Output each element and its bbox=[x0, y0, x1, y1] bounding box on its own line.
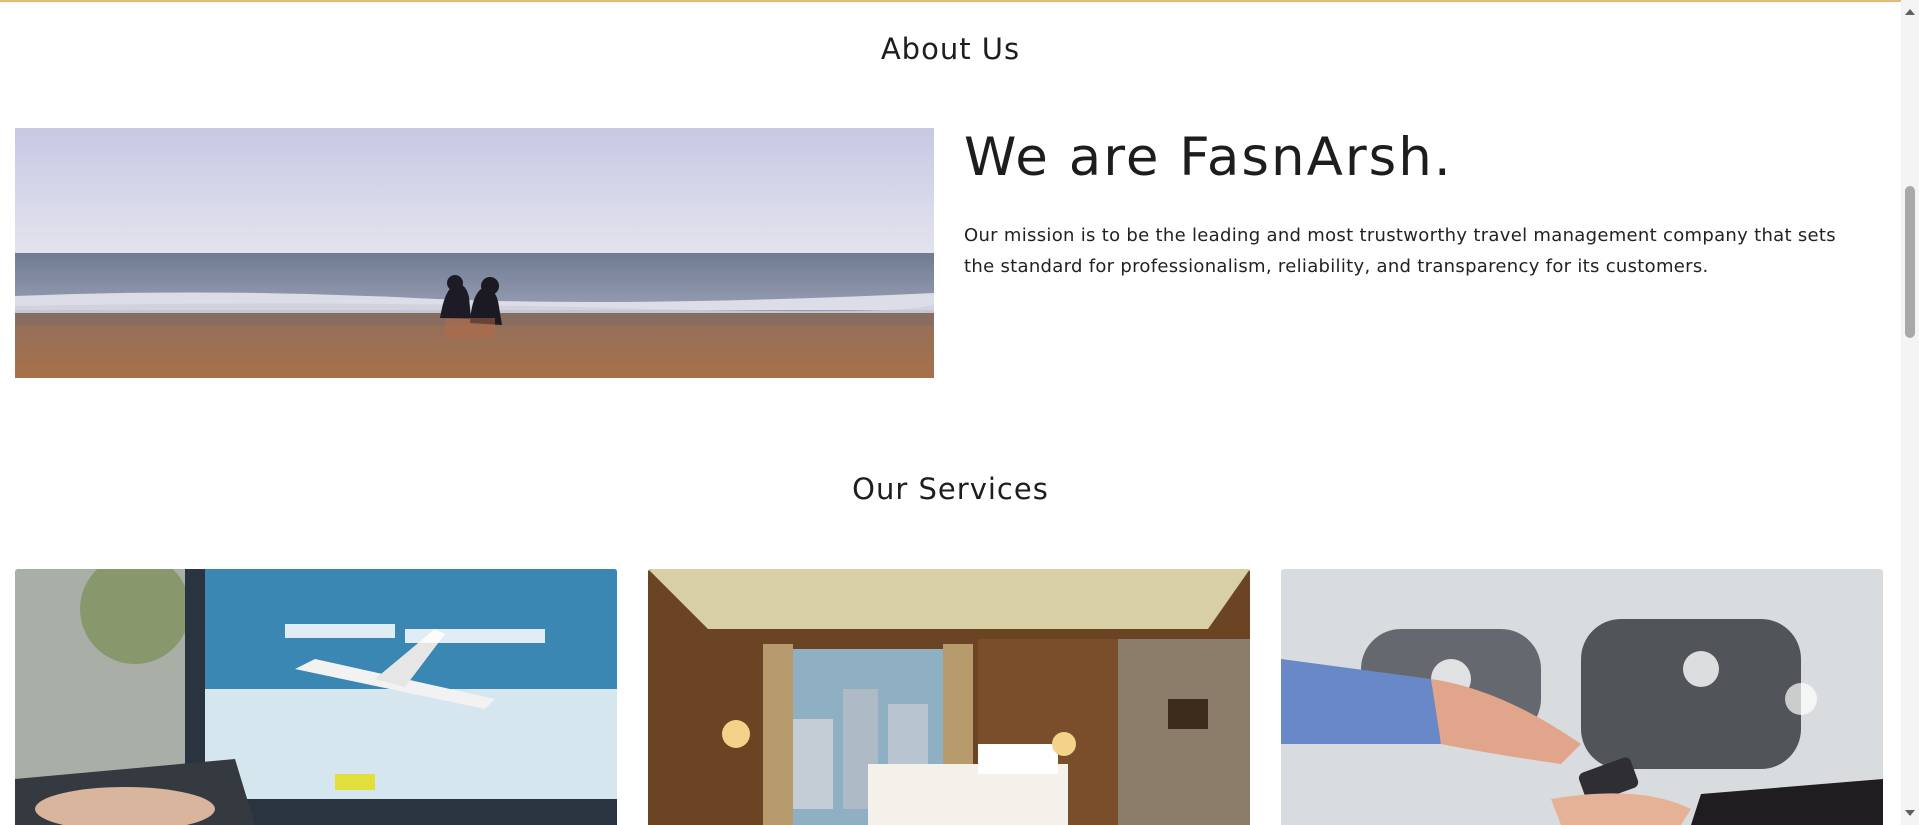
car-key-handover-photo bbox=[1281, 569, 1883, 825]
scroll-down-arrow-icon[interactable] bbox=[1901, 805, 1919, 821]
page-content: About Us We are FasnArsh. Our mission is… bbox=[0, 0, 1901, 825]
scroll-up-arrow-icon[interactable] bbox=[1901, 4, 1919, 20]
about-heading: We are FasnArsh. bbox=[964, 127, 1453, 188]
about-text-block: We are FasnArsh. Our mission is to be th… bbox=[964, 126, 1864, 282]
mission-statement: Our mission is to be the leading and mos… bbox=[964, 224, 1836, 277]
hotel-room-photo bbox=[648, 569, 1250, 825]
vertical-scrollbar[interactable] bbox=[1901, 0, 1919, 825]
service-card-car-rental[interactable] bbox=[1281, 569, 1883, 825]
about-beach-image bbox=[15, 128, 934, 378]
scrollbar-thumb[interactable] bbox=[1905, 186, 1915, 338]
flight-search-laptop-photo bbox=[15, 569, 617, 825]
about-us-title: About Us bbox=[880, 32, 1021, 66]
our-services-title: Our Services bbox=[852, 472, 1049, 506]
service-card-flights[interactable] bbox=[15, 569, 617, 825]
service-card-hotels[interactable] bbox=[648, 569, 1250, 825]
